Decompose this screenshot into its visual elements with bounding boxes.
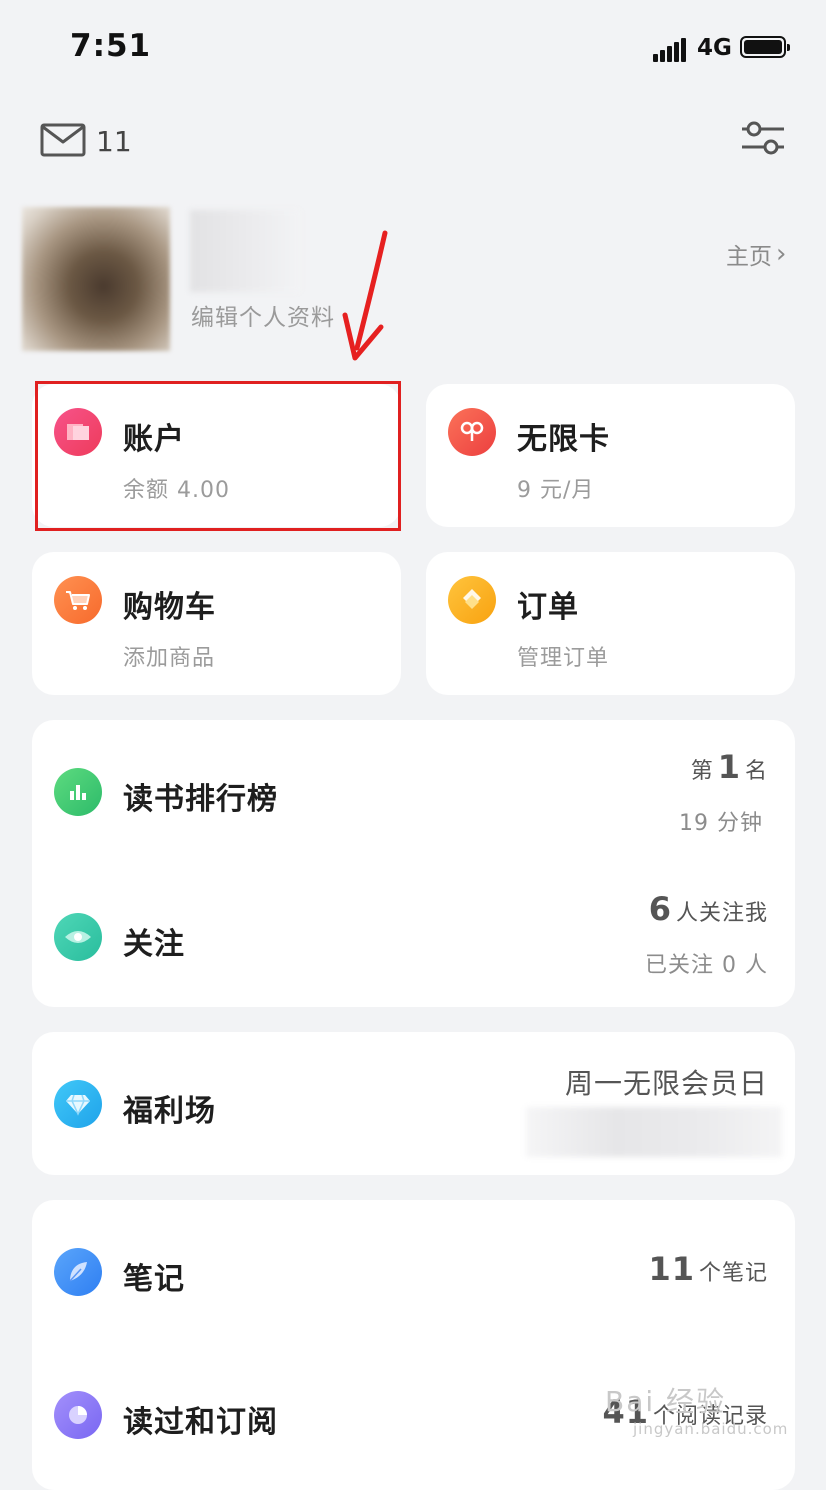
watermark: Bai 经验 jingyan.baidu.com xyxy=(605,1380,788,1438)
red-arrow-annotation xyxy=(335,230,395,369)
cart-icon xyxy=(54,576,102,624)
notes-row[interactable]: 笔记 11 个笔记 xyxy=(32,1200,795,1343)
infinite-card-icon xyxy=(448,408,496,456)
order-title: 订单 xyxy=(517,590,579,625)
ranking-icon xyxy=(54,768,102,816)
cart-title: 购物车 xyxy=(123,590,216,625)
home-link[interactable]: 主页 › xyxy=(726,237,786,271)
infinite-card-title: 无限卡 xyxy=(517,422,610,457)
edit-profile-link[interactable]: 编辑个人资料 xyxy=(191,298,335,332)
battery-icon xyxy=(740,36,790,58)
order-subtitle: 管理订单 xyxy=(517,646,610,671)
order-icon xyxy=(448,576,496,624)
home-link-label: 主页 xyxy=(726,244,772,270)
followers-count: 6 人关注我 xyxy=(648,890,768,928)
settings-sliders-icon[interactable] xyxy=(740,120,786,160)
reading-history-icon xyxy=(54,1391,102,1439)
welfare-title: 福利场 xyxy=(123,1094,216,1129)
feather-icon xyxy=(54,1248,102,1296)
chevron-right-icon: › xyxy=(776,239,787,269)
status-time: 7:51 xyxy=(70,28,152,64)
follow-title: 关注 xyxy=(123,927,185,962)
infinite-card-price: 9 元/月 xyxy=(517,478,595,503)
ranking-reading-time: 19 分钟 xyxy=(679,811,763,836)
social-card: 读书排行榜 第1名 19 分钟 关注 6 人关注我 已关注 0 人 xyxy=(32,720,795,1007)
avatar[interactable] xyxy=(22,207,170,351)
network-label: 4G xyxy=(697,35,732,61)
diamond-icon xyxy=(54,1080,102,1128)
library-card: 笔记 11 个笔记 读过和订阅 41 个阅读记录 xyxy=(32,1200,795,1490)
following-count: 已关注 0 人 xyxy=(645,953,768,978)
welfare-promo: 周一无限会员日 xyxy=(564,1067,768,1100)
user-name-blurred xyxy=(190,210,300,292)
watermark-logo: Bai 经验 xyxy=(605,1385,727,1418)
ranking-position: 第1名 xyxy=(690,748,768,786)
highlight-box xyxy=(35,381,401,531)
cart-subtitle: 添加商品 xyxy=(123,646,216,671)
ranking-title: 读书排行榜 xyxy=(123,782,278,817)
signal-icon xyxy=(653,38,687,62)
notes-count: 11 个笔记 xyxy=(648,1250,768,1288)
watermark-url: jingyan.baidu.com xyxy=(633,1420,789,1438)
mail-icon[interactable] xyxy=(40,123,86,161)
cart-card[interactable]: 购物车 添加商品 xyxy=(32,552,401,695)
mail-count[interactable]: 11 xyxy=(96,125,132,158)
ranking-row[interactable]: 读书排行榜 第1名 19 分钟 xyxy=(32,720,795,863)
follow-row[interactable]: 关注 6 人关注我 已关注 0 人 xyxy=(32,863,795,1007)
reading-title: 读过和订阅 xyxy=(123,1405,278,1440)
order-card[interactable]: 订单 管理订单 xyxy=(426,552,795,695)
notes-title: 笔记 xyxy=(123,1262,185,1297)
promo-banner-blurred xyxy=(526,1107,782,1157)
infinite-card-card[interactable]: 无限卡 9 元/月 xyxy=(426,384,795,527)
eye-icon xyxy=(54,913,102,961)
